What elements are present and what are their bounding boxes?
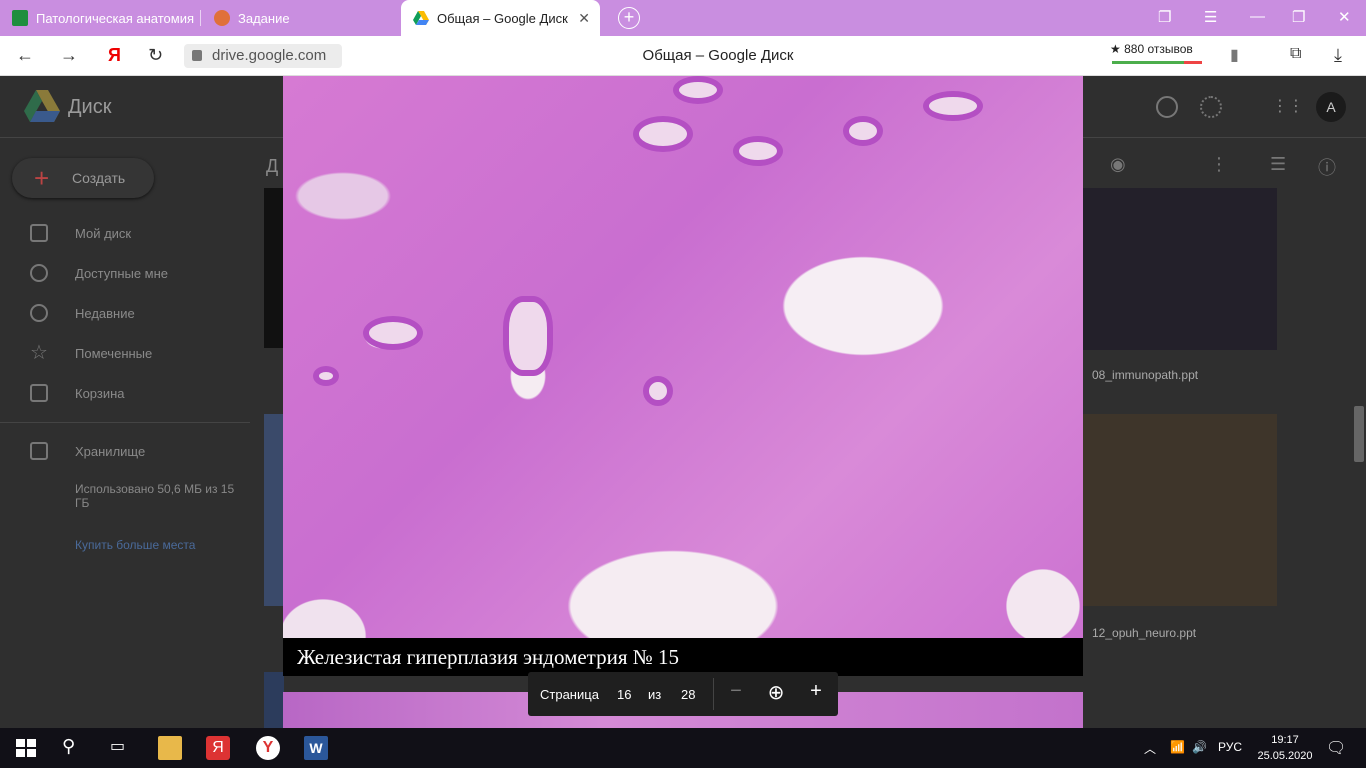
gland-shape (643, 376, 673, 406)
page-total: 28 (681, 687, 696, 702)
windows-taskbar: ⚲ ▭ Я Y W ︿ 📶 🔊 РУС 19:17 25.05.2020 🗨 (0, 728, 1366, 768)
settings-icon[interactable] (1200, 96, 1222, 118)
sidebar-item-shared[interactable]: Доступные мне (75, 266, 168, 281)
zoom-out-button[interactable]: − (723, 680, 749, 703)
sidebar-item-trash[interactable]: Корзина (75, 386, 125, 401)
gland-shape (923, 91, 983, 121)
page-controls: Страница 16 из 28 − ⊕ + (528, 672, 838, 716)
sidebar-item-my-drive[interactable]: Мой диск (75, 226, 131, 241)
page-current[interactable]: 16 (617, 687, 631, 702)
collections-icon[interactable]: ⧉ (1290, 45, 1301, 63)
gland-shape (363, 316, 423, 350)
network-icon[interactable]: 📶 (1170, 740, 1185, 754)
file-thumbnail[interactable] (264, 188, 284, 348)
download-icon[interactable]: ⤓ (1334, 45, 1342, 66)
sidebar-item-starred[interactable]: Помеченные (75, 346, 152, 361)
breadcrumb[interactable]: Д (266, 156, 278, 177)
file-explorer-icon[interactable] (158, 736, 182, 760)
star-icon: ☆ (30, 342, 48, 364)
list-view-icon[interactable]: ☰ (1270, 154, 1286, 175)
trash-icon (30, 384, 48, 402)
info-icon[interactable]: ⓘ (1318, 154, 1336, 180)
zoom-icon[interactable]: ⊕ (763, 680, 789, 705)
language-indicator[interactable]: РУС (1218, 740, 1242, 754)
yandex-icon[interactable]: Y (256, 736, 280, 760)
page-of: из (648, 687, 662, 702)
page-label: Страница (540, 687, 599, 702)
gland-shape (843, 116, 883, 146)
windows-start-icon[interactable] (14, 736, 38, 760)
gland-shape (633, 116, 693, 152)
file-thumbnail[interactable] (264, 672, 284, 728)
restore-icon[interactable]: ❐ (1292, 8, 1305, 26)
file-name[interactable]: 12_opuh_neuro.ppt (1092, 626, 1196, 640)
chevron-up-icon[interactable]: ︿ (1144, 740, 1156, 757)
gland-shape (503, 296, 553, 376)
create-button[interactable]: + Создать (12, 158, 154, 198)
volume-icon[interactable]: 🔊 (1192, 740, 1207, 754)
minimize-icon[interactable]: — (1250, 8, 1265, 25)
gland-shape (673, 76, 723, 104)
apps-grid-icon[interactable]: ⋮⋮ (1272, 96, 1304, 118)
reviews-rating-bar (1112, 61, 1202, 64)
slide-caption: Железистая гиперплазия эндометрия № 15 (283, 638, 1083, 676)
browser-tab-strip: Патологическая анатомия Задание Общая – … (0, 0, 1366, 36)
zoom-in-button[interactable]: + (803, 680, 829, 703)
tab-assignment[interactable]: Задание (202, 2, 398, 34)
yandex-browser-icon[interactable]: Я (206, 736, 230, 760)
storage-icon (30, 442, 48, 460)
slide-preview-image (283, 76, 1083, 638)
divider (713, 678, 714, 710)
close-window-icon[interactable]: ✕ (1338, 8, 1351, 26)
word-icon[interactable]: W (304, 736, 328, 760)
clock-icon (30, 304, 48, 322)
drive-app-name: Диск (68, 96, 112, 118)
plus-icon: + (34, 163, 50, 193)
tab-separator (200, 10, 201, 26)
file-thumbnail[interactable] (1083, 188, 1277, 350)
date: 25.05.2020 (1257, 750, 1313, 762)
reviews-badge[interactable]: ★ 880 отзывов (1110, 42, 1193, 56)
storage-used: Использовано 50,6 МБ из 15 ГБ (75, 482, 235, 510)
more-options-icon[interactable]: ⋮ (1210, 154, 1228, 175)
tab-label: Общая – Google Диск (437, 10, 568, 26)
close-tab-icon[interactable]: ✕ (578, 10, 590, 27)
avatar[interactable]: A (1316, 92, 1346, 122)
buy-storage-link[interactable]: Купить больше места (75, 538, 195, 552)
tab-google-drive[interactable]: Общая – Google Диск ✕ (401, 0, 600, 36)
create-label: Создать (72, 170, 126, 186)
divider (0, 422, 250, 423)
file-thumbnail[interactable] (264, 414, 284, 606)
taskbar-clock[interactable]: 19:17 25.05.2020 (1254, 732, 1316, 764)
new-tab-button[interactable]: + (618, 7, 640, 29)
file-thumbnail[interactable] (1083, 414, 1277, 606)
my-drive-icon (30, 224, 48, 242)
sheets-icon (12, 10, 28, 26)
time: 19:17 (1271, 734, 1299, 746)
notifications-icon[interactable]: 🗨 (1326, 738, 1346, 758)
google-drive-logo-icon (24, 90, 60, 122)
tab-label: Патологическая анатомия (36, 10, 194, 26)
sidebar-item-recent[interactable]: Недавние (75, 306, 135, 321)
tab-pathology[interactable]: Патологическая анатомия (0, 2, 197, 34)
shared-icon (30, 264, 48, 282)
address-bar: ← → Я ↻ drive.google.com Общая – Google … (0, 36, 1366, 76)
gland-shape (733, 136, 783, 166)
tabs-overview-icon[interactable]: ❐ (1158, 8, 1171, 26)
assignment-icon (214, 10, 230, 26)
scrollbar[interactable] (1354, 406, 1364, 462)
preview-eye-icon[interactable]: ◉ (1110, 154, 1126, 175)
menu-icon[interactable]: ☰ (1204, 8, 1217, 26)
search-icon[interactable]: ⚲ (62, 736, 86, 760)
bookmark-icon[interactable]: ▮ (1230, 45, 1239, 65)
file-name[interactable]: 08_immunopath.ppt (1092, 368, 1198, 382)
help-icon[interactable] (1156, 96, 1178, 118)
task-view-icon[interactable]: ▭ (110, 736, 134, 760)
google-drive-icon (413, 11, 429, 25)
storage-label[interactable]: Хранилище (75, 444, 145, 459)
tab-label: Задание (238, 10, 290, 26)
gland-shape (313, 366, 339, 386)
